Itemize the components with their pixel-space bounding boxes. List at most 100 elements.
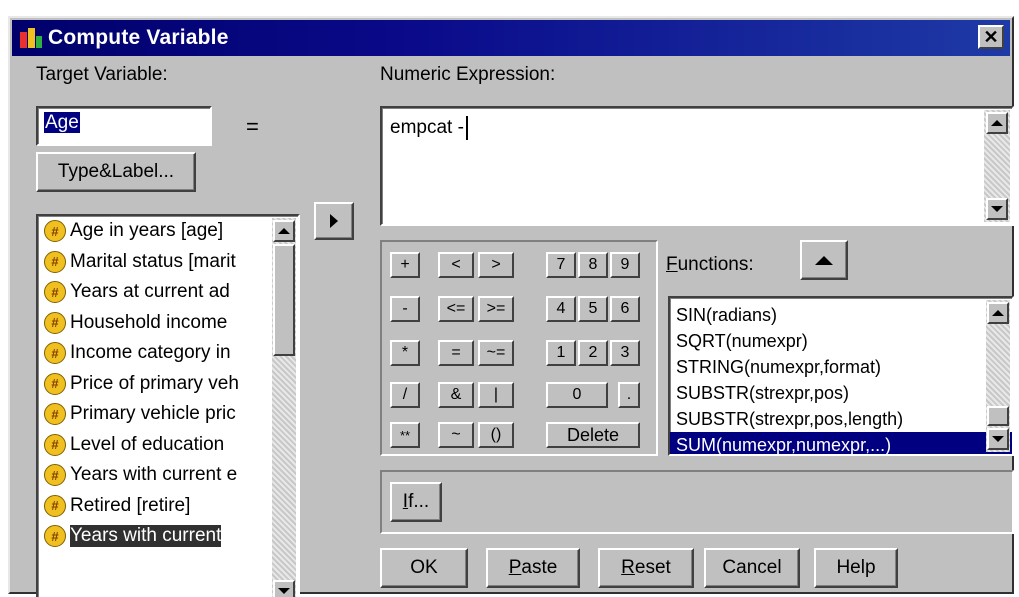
key-decimal[interactable]: . — [618, 382, 640, 408]
variable-label: Years with current e — [70, 464, 238, 486]
scroll-up-button[interactable] — [986, 112, 1008, 134]
reset-button[interactable]: Reset — [598, 548, 694, 588]
numeric-variable-icon: # — [44, 464, 66, 487]
paste-button[interactable]: Paste — [486, 548, 580, 588]
key-1[interactable]: 1 — [546, 340, 576, 366]
numeric-variable-icon: # — [44, 433, 66, 456]
variable-label: Years at current ad — [70, 281, 230, 303]
function-item[interactable]: SUM(numexpr,numexpr,...) — [670, 432, 1012, 454]
variable-label: Income category in — [70, 342, 231, 364]
key-not-equal[interactable]: ~= — [478, 340, 514, 366]
close-icon: ✕ — [983, 26, 999, 47]
key-or[interactable]: | — [478, 382, 514, 408]
key-less-equal[interactable]: <= — [438, 296, 474, 322]
list-item[interactable]: # Retired [retire] — [38, 491, 298, 522]
key-7[interactable]: 7 — [546, 252, 576, 278]
list-item[interactable]: # Age in years [age] — [38, 216, 298, 247]
function-item[interactable]: SUBSTR(strexpr,pos,length) — [670, 406, 1012, 432]
target-variable-input[interactable]: Age — [36, 106, 212, 146]
function-item[interactable]: SIN(radians) — [670, 302, 1012, 328]
key-plus[interactable]: + — [390, 252, 420, 278]
list-item[interactable]: # Income category in — [38, 338, 298, 369]
key-less-than[interactable]: < — [438, 252, 474, 278]
scroll-up-button[interactable] — [987, 302, 1009, 324]
ok-button[interactable]: OK — [380, 548, 468, 588]
if-button[interactable]: If... — [390, 482, 442, 522]
key-5[interactable]: 5 — [578, 296, 608, 322]
list-item[interactable]: # Marital status [marit — [38, 247, 298, 278]
numeric-variable-icon: # — [44, 342, 66, 365]
arrow-right-icon — [330, 214, 338, 228]
variable-label: Age in years [age] — [70, 220, 224, 242]
arrow-down-icon — [278, 588, 290, 594]
list-item[interactable]: # Years with current e — [38, 460, 298, 491]
functions-label: Functions: — [666, 254, 754, 275]
key-8[interactable]: 8 — [578, 252, 608, 278]
move-to-expression-button[interactable] — [314, 202, 354, 240]
scroll-thumb[interactable] — [273, 244, 295, 356]
scroll-down-button[interactable] — [987, 428, 1009, 450]
if-button-label: f... — [408, 491, 430, 512]
key-not[interactable]: ~ — [438, 422, 474, 448]
text-caret — [465, 116, 468, 140]
key-divide[interactable]: / — [390, 382, 420, 408]
variable-list-scrollbar[interactable] — [272, 218, 296, 597]
list-item[interactable]: # Household income — [38, 308, 298, 339]
scroll-down-button[interactable] — [273, 580, 295, 597]
variable-label: Household income — [70, 311, 228, 333]
close-button[interactable]: ✕ — [978, 25, 1004, 49]
numeric-variable-icon: # — [44, 281, 66, 304]
function-paste-up-button[interactable] — [800, 240, 848, 280]
numeric-variable-icon: # — [44, 525, 66, 548]
functions-list[interactable]: SIN(radians) SQRT(numexpr) STRING(numexpr,… — [668, 296, 1014, 456]
function-item[interactable]: SUBSTR(strexpr,pos) — [670, 380, 1012, 406]
key-4[interactable]: 4 — [546, 296, 576, 322]
type-label-button[interactable]: Type&Label... — [36, 152, 196, 192]
list-item[interactable]: # Level of education — [38, 430, 298, 461]
scroll-up-button[interactable] — [273, 220, 295, 242]
key-minus[interactable]: - — [390, 296, 420, 322]
key-greater-than[interactable]: > — [478, 252, 514, 278]
target-variable-value: Age — [44, 112, 80, 133]
variable-list[interactable]: # Age in years [age] # Marital status [mari… — [36, 214, 300, 597]
variable-label: Years with current — [70, 525, 222, 548]
numeric-variable-icon: # — [44, 403, 66, 426]
variable-label: Price of primary veh — [70, 372, 239, 394]
numeric-variable-icon: # — [44, 311, 66, 334]
function-item[interactable]: SQRT(numexpr) — [670, 328, 1012, 354]
scroll-thumb[interactable] — [987, 406, 1009, 426]
key-multiply[interactable]: * — [390, 340, 420, 366]
functions-scrollbar[interactable] — [986, 300, 1010, 452]
function-item[interactable]: STRING(numexpr,format) — [670, 354, 1012, 380]
list-item[interactable]: # Years at current ad — [38, 277, 298, 308]
list-item[interactable]: # Primary vehicle pric — [38, 399, 298, 430]
key-greater-equal[interactable]: >= — [478, 296, 514, 322]
key-6[interactable]: 6 — [610, 296, 640, 322]
variable-label: Retired [retire] — [70, 494, 191, 516]
numeric-variable-icon: # — [44, 220, 66, 243]
key-equal[interactable]: = — [438, 340, 474, 366]
target-variable-label: Target Variable: — [36, 64, 168, 85]
key-parentheses[interactable]: () — [478, 422, 514, 448]
numeric-expression-input[interactable]: empcat - — [380, 106, 1014, 226]
cancel-button[interactable]: Cancel — [704, 548, 800, 588]
arrow-up-icon — [991, 120, 1003, 126]
expression-scrollbar[interactable] — [984, 110, 1010, 222]
list-item[interactable]: # Years with current — [38, 521, 298, 552]
numeric-variable-icon: # — [44, 494, 66, 517]
key-0[interactable]: 0 — [546, 382, 608, 408]
key-2[interactable]: 2 — [578, 340, 608, 366]
scroll-down-button[interactable] — [986, 198, 1008, 220]
key-9[interactable]: 9 — [610, 252, 640, 278]
key-delete[interactable]: Delete — [546, 422, 640, 448]
numeric-expression-label: Numeric Expression: — [380, 64, 556, 85]
key-3[interactable]: 3 — [610, 340, 640, 366]
variable-label: Level of education — [70, 433, 225, 455]
help-button[interactable]: Help — [814, 548, 898, 588]
key-power[interactable]: ** — [390, 422, 420, 448]
variable-label: Primary vehicle pric — [70, 403, 236, 425]
key-and[interactable]: & — [438, 382, 474, 408]
functions-label-text: unctions: — [677, 254, 754, 275]
list-item[interactable]: # Price of primary veh — [38, 369, 298, 400]
arrow-up-icon — [278, 228, 290, 234]
